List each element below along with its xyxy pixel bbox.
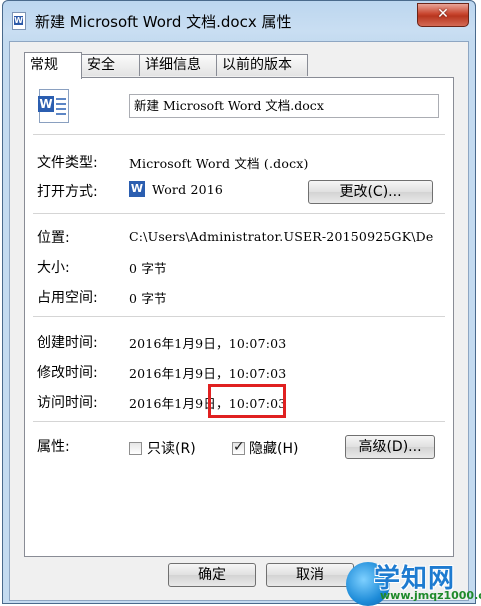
open-with-value: Word 2016: [152, 182, 224, 197]
change-button[interactable]: 更改(C)...: [308, 180, 433, 204]
close-button[interactable]: ✕: [417, 3, 469, 27]
hidden-attribute-highlight: [208, 384, 286, 418]
modified-label: 修改时间:: [37, 365, 98, 381]
size-on-disk-label: 占用空间:: [37, 290, 98, 306]
open-with-label: 打开方式:: [37, 184, 98, 200]
location-label: 位置:: [37, 230, 70, 246]
word-document-icon: [12, 12, 26, 30]
tab-security[interactable]: 安全: [81, 54, 140, 76]
hidden-label[interactable]: 隐藏(H): [249, 438, 298, 458]
advanced-button[interactable]: 高级(D)...: [345, 435, 435, 459]
properties-dialog: 新建 Microsoft Word 文档.docx 属性 ✕ 常规 安全 详细信…: [2, 0, 476, 604]
ok-button[interactable]: 确定: [168, 563, 256, 587]
file-name-input[interactable]: 新建 Microsoft Word 文档.docx: [129, 94, 439, 118]
readonly-checkbox[interactable]: [129, 442, 142, 455]
modified-value: 2016年1月9日，10:07:03: [129, 366, 287, 381]
window-title: 新建 Microsoft Word 文档.docx 属性: [35, 13, 292, 31]
divider: [33, 421, 445, 422]
location-value: C:\Users\Administrator.USER-20150925GK\D…: [129, 229, 434, 244]
accessed-label: 访问时间:: [37, 395, 98, 411]
created-label: 创建时间:: [37, 335, 98, 351]
word-file-icon: W: [38, 89, 69, 123]
tab-previous-versions[interactable]: 以前的版本: [216, 54, 308, 76]
size-label: 大小:: [37, 260, 70, 276]
file-type-value: Microsoft Word 文档 (.docx): [129, 156, 309, 171]
attributes-label: 属性:: [37, 439, 70, 455]
tab-details[interactable]: 详细信息: [139, 54, 217, 76]
file-type-label: 文件类型:: [37, 155, 98, 171]
divider: [33, 316, 445, 317]
general-panel: W 新建 Microsoft Word 文档.docx 文件类型: Micros…: [24, 77, 454, 557]
size-value: 0 字节: [129, 261, 167, 276]
divider: [33, 213, 445, 214]
readonly-label[interactable]: 只读(R): [147, 438, 196, 458]
hidden-checkbox[interactable]: [232, 439, 245, 455]
word-app-icon: W: [129, 181, 145, 197]
watermark-url: www.jmqz1000.com: [380, 589, 481, 602]
tab-general[interactable]: 常规: [24, 52, 82, 79]
size-on-disk-value: 0 字节: [129, 291, 167, 306]
watermark-logo: 学知网 www.jmqz1000.com: [346, 556, 481, 606]
dialog-client: 常规 安全 详细信息 以前的版本 W 新建 Microsoft Word 文档.…: [9, 41, 469, 601]
created-value: 2016年1月9日，10:07:03: [129, 336, 287, 351]
cancel-button[interactable]: 取消: [266, 563, 354, 587]
divider: [33, 134, 445, 135]
title-bar[interactable]: 新建 Microsoft Word 文档.docx 属性 ✕: [3, 1, 475, 41]
